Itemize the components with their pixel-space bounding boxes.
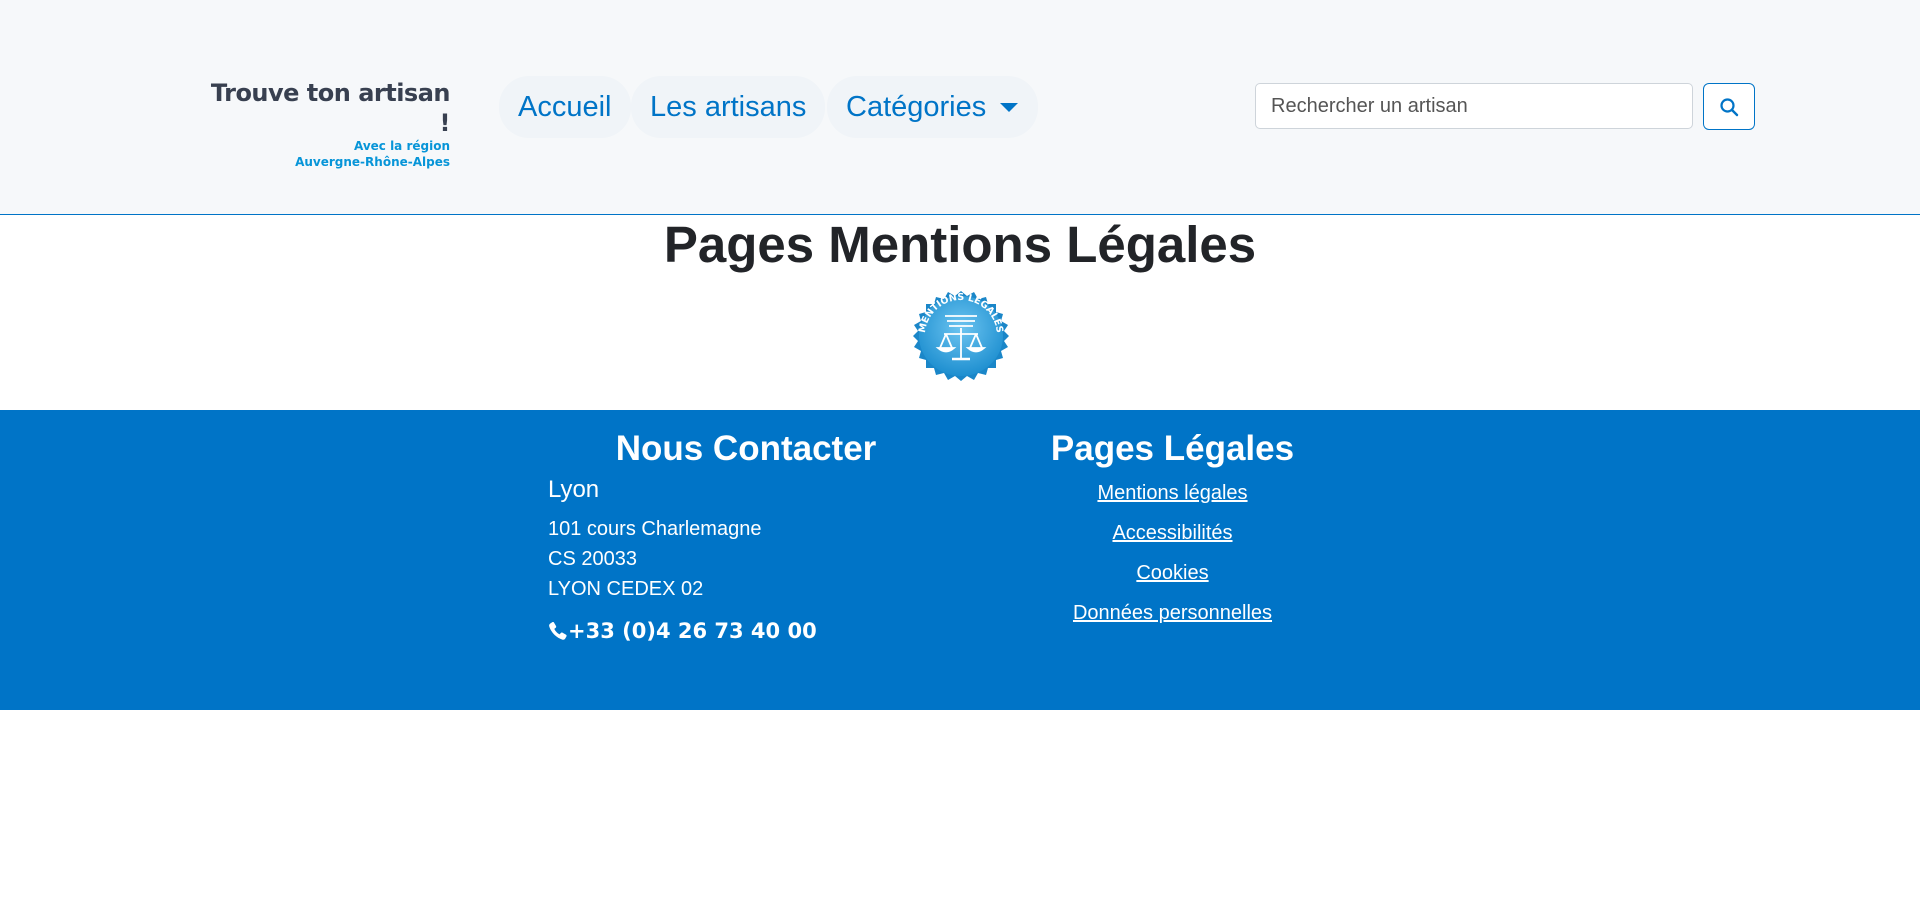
nav-home-link[interactable]: Accueil [499,76,631,138]
phone-icon [549,621,567,640]
legal-section: Pages Légales Mentions légales Accessibi… [1010,428,1335,641]
mentions-legales-badge: MENTIONS LÉGALES [913,291,1009,381]
link-mentions-legales[interactable]: Mentions légales [1010,481,1335,505]
legal-links: Mentions légales Accessibilités Cookies … [1010,481,1335,625]
site-logo[interactable]: Trouve ton artisan ! Avec la région Auve… [193,78,451,170]
contact-section: Nous Contacter Lyon 101 cours Charlemagn… [548,428,944,645]
address-line: CS 20033 [548,548,637,570]
contact-address: 101 cours Charlemagne CS 20033 LYON CEDE… [548,514,944,604]
logo-subtitle-line2: Auvergne-Rhône-Alpes [295,155,450,169]
legal-title: Pages Légales [1050,429,1295,468]
nav-categories-dropdown[interactable]: Catégories [827,76,1039,138]
logo-subtitle-line1: Avec la région [353,139,450,153]
contact-phone-link[interactable]: +33 (0)4 26 73 40 00 [548,617,944,645]
caret-down-icon [1000,103,1019,112]
link-donnees-personnelles[interactable]: Données personnelles [1010,601,1335,625]
address-line: 101 cours Charlemagne [548,518,762,540]
site-footer: Nous Contacter Lyon 101 cours Charlemagn… [0,410,1920,710]
address-line: LYON CEDEX 02 [548,578,704,600]
nav-artisans-link[interactable]: Les artisans [631,76,826,138]
logo-title: Trouve ton artisan ! [210,79,451,137]
search-input[interactable] [1255,83,1693,129]
link-cookies[interactable]: Cookies [1010,561,1335,585]
phone-number: +33 (0)4 26 73 40 00 [568,619,817,643]
search-button[interactable] [1703,83,1755,130]
contact-title: Nous Contacter [615,429,877,468]
page-title: Pages Mentions Légales [663,216,1257,273]
site-header: Trouve ton artisan ! Avec la région Auve… [0,0,1920,215]
nav-categories-label: Catégories [846,91,987,123]
link-accessibilites[interactable]: Accessibilités [1010,521,1335,545]
search-icon [1720,97,1739,116]
contact-city: Lyon [548,476,600,503]
